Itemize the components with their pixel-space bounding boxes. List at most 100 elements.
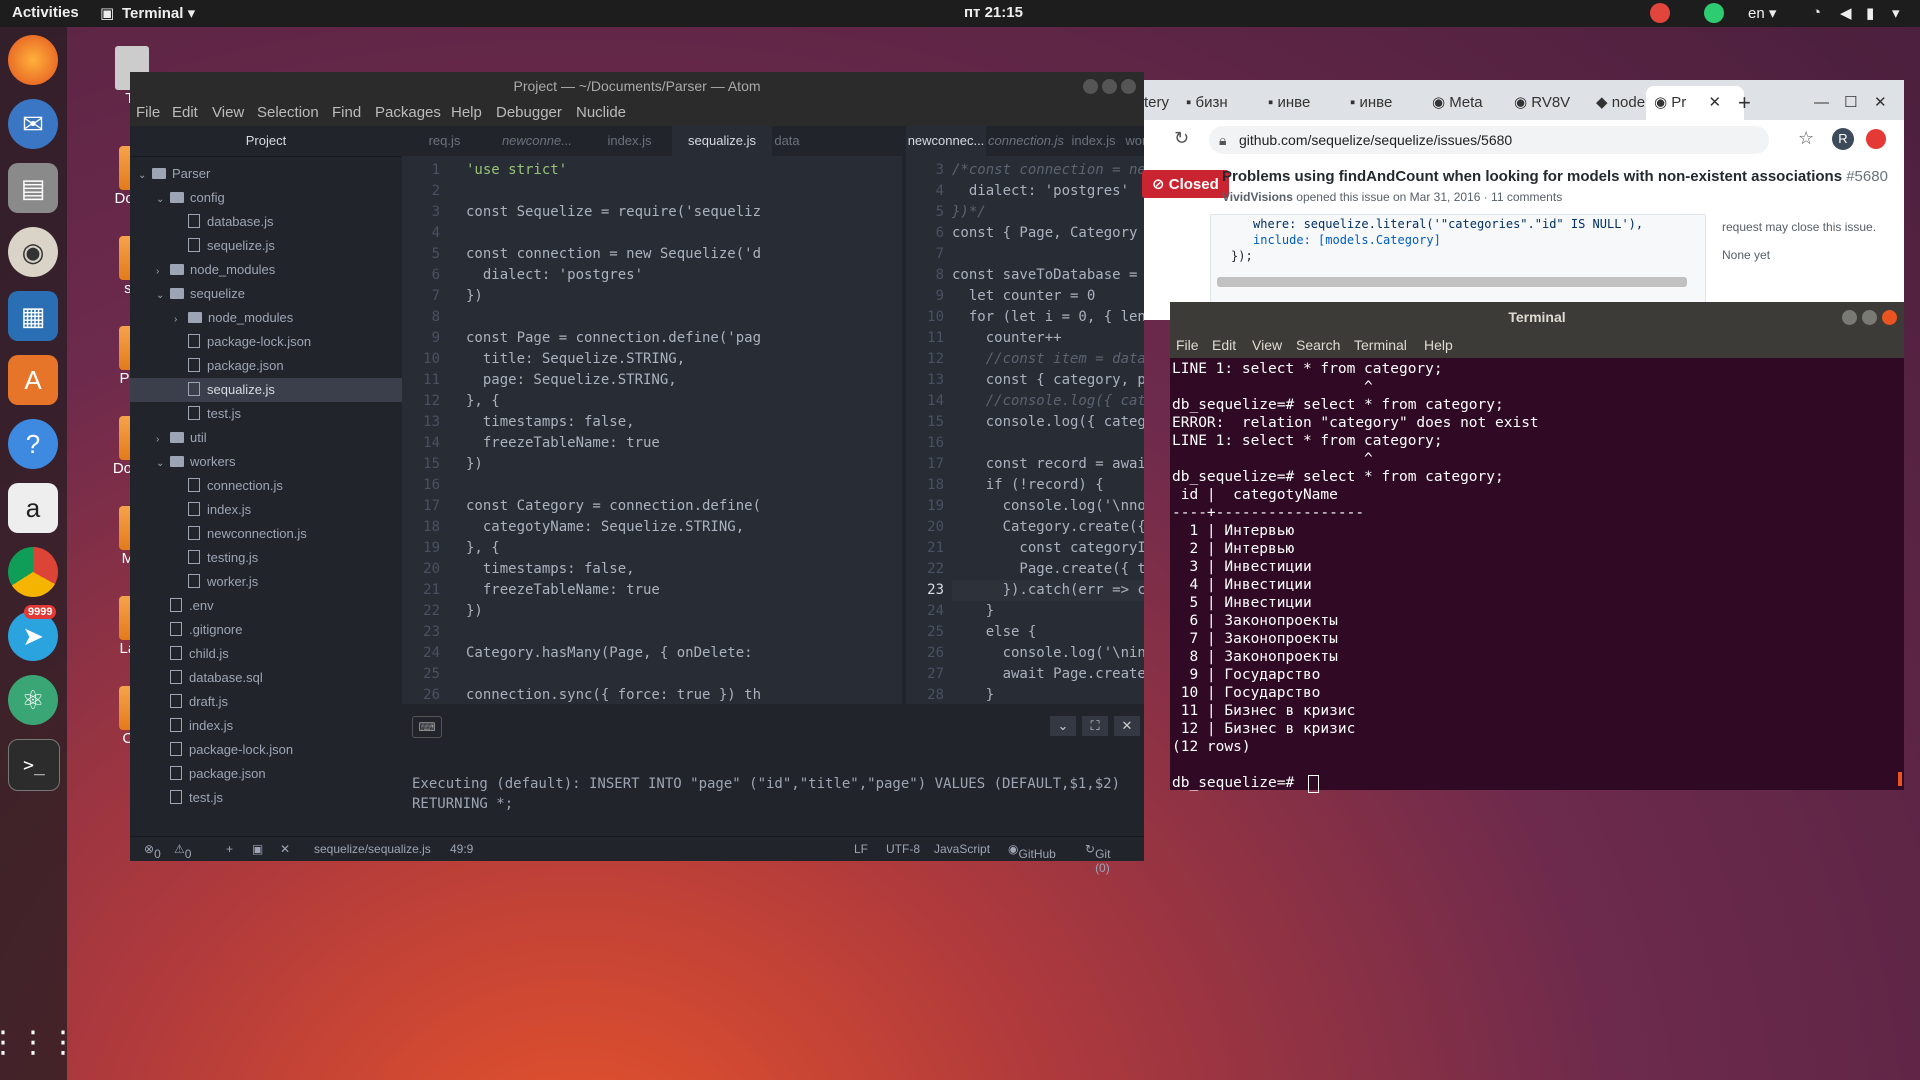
- line-number[interactable]: 7: [402, 286, 440, 307]
- code-line[interactable]: }).catch(err => console.log(er: [952, 580, 1144, 601]
- code-line[interactable]: }): [466, 601, 483, 622]
- line-number[interactable]: 4: [906, 181, 944, 202]
- tree-file[interactable]: connection.js: [130, 474, 402, 498]
- line-number[interactable]: 12: [402, 391, 440, 412]
- line-number[interactable]: 24: [402, 643, 440, 664]
- line-number[interactable]: 5: [906, 202, 944, 223]
- editor-pane-left[interactable]: req.js newconne... index.js sequalize.js…: [402, 126, 902, 704]
- code-line[interactable]: counter++: [952, 328, 1062, 349]
- menu-nuclide[interactable]: Nuclide: [576, 104, 626, 121]
- chevron-down-icon[interactable]: ⌄: [138, 164, 152, 188]
- tree-file[interactable]: index.js: [130, 714, 402, 738]
- line-number[interactable]: 22: [906, 559, 944, 580]
- lock-icon[interactable]: 🔒︎: [1219, 126, 1226, 154]
- code-line[interactable]: for (let i = 0, { length } = datas: [952, 307, 1144, 328]
- editor-pane-right[interactable]: newconnec... connection.js index.js work…: [906, 126, 1144, 704]
- tab-index-js[interactable]: index.js: [587, 126, 672, 156]
- firefox-icon[interactable]: [8, 35, 58, 85]
- line-number[interactable]: 6: [402, 265, 440, 286]
- code-line[interactable]: })*/: [952, 202, 986, 223]
- chevron-down-icon[interactable]: ⌄: [156, 284, 170, 308]
- extension-icon[interactable]: [1866, 129, 1886, 149]
- writer-icon[interactable]: ▦: [8, 291, 58, 341]
- new-tab-button[interactable]: +: [1738, 86, 1768, 120]
- tree-folder[interactable]: ⌄ config: [130, 186, 402, 210]
- minimize-icon[interactable]: [1842, 310, 1857, 325]
- line-number[interactable]: 18: [906, 475, 944, 496]
- line-number[interactable]: 2: [402, 181, 440, 202]
- code-line[interactable]: timestamps: false,: [466, 559, 635, 580]
- terminal-menu-edit[interactable]: Edit: [1212, 337, 1236, 353]
- line-number[interactable]: 11: [402, 370, 440, 391]
- tree-file[interactable]: package.json: [130, 354, 402, 378]
- code-line[interactable]: 'use strict': [466, 160, 567, 181]
- line-number[interactable]: 4: [402, 223, 440, 244]
- menu-file[interactable]: File: [136, 104, 160, 121]
- issue-author[interactable]: VividVisions: [1222, 190, 1293, 204]
- code-line[interactable]: freezeTableName: true: [466, 433, 660, 454]
- tree-file[interactable]: database.js: [130, 210, 402, 234]
- amazon-icon[interactable]: a: [8, 483, 58, 533]
- close-tab-icon[interactable]: ✕: [1708, 94, 1721, 111]
- line-number[interactable]: 6: [906, 223, 944, 244]
- line-number[interactable]: 5: [402, 244, 440, 265]
- volume-icon[interactable]: ◀: [1840, 4, 1852, 22]
- line-number[interactable]: 17: [906, 454, 944, 475]
- tree-folder[interactable]: ⌄ sequelize: [130, 282, 402, 306]
- tree-folder[interactable]: › node_modules: [130, 258, 402, 282]
- code-line[interactable]: console.log('\nno in database: [952, 496, 1144, 517]
- tab-data[interactable]: data: [772, 126, 802, 156]
- system-menu-icon[interactable]: ▾: [1892, 4, 1900, 22]
- star-icon[interactable]: ☆: [1798, 128, 1814, 149]
- line-number[interactable]: 15: [906, 412, 944, 433]
- terminal-toggle-icon[interactable]: ▣: [252, 842, 263, 856]
- tab-sequalize-js[interactable]: sequalize.js: [672, 126, 772, 156]
- tree-file[interactable]: child.js: [130, 642, 402, 666]
- code-line[interactable]: timestamps: false,: [466, 412, 635, 433]
- close-icon[interactable]: [1121, 79, 1136, 94]
- code-line[interactable]: else {: [952, 622, 1037, 643]
- close-icon[interactable]: ✕: [280, 842, 290, 856]
- chevron-right-icon[interactable]: ›: [156, 428, 170, 452]
- line-number[interactable]: 27: [906, 664, 944, 685]
- chevron-right-icon[interactable]: ›: [174, 308, 188, 332]
- menu-view[interactable]: View: [212, 104, 244, 121]
- code-line[interactable]: Category.hasMany(Page, { onDelete:: [466, 643, 753, 664]
- tree-file[interactable]: index.js: [130, 498, 402, 522]
- line-number[interactable]: 18: [402, 517, 440, 538]
- wifi-icon[interactable]: ◔: [1812, 4, 1821, 21]
- tab-newconnection-right[interactable]: newconnec...: [906, 126, 986, 156]
- help-icon[interactable]: ?: [8, 419, 58, 469]
- thunderbird-icon[interactable]: ✉: [8, 99, 58, 149]
- file-encoding[interactable]: UTF-8: [886, 842, 920, 856]
- maximize-icon[interactable]: [1862, 310, 1877, 325]
- tree-file[interactable]: test.js: [130, 402, 402, 426]
- code-line[interactable]: let counter = 0: [952, 286, 1095, 307]
- tree-file[interactable]: database.sql: [130, 666, 402, 690]
- code-line[interactable]: }): [466, 286, 483, 307]
- tree-file[interactable]: newconnection.js: [130, 522, 402, 546]
- code-line[interactable]: dialect: 'postgres': [466, 265, 643, 286]
- code-line[interactable]: const Sequelize = require('sequeliz: [466, 202, 761, 223]
- chevron-down-icon[interactable]: ⌄: [1050, 716, 1076, 736]
- tree-file[interactable]: sequalize.js: [130, 378, 402, 402]
- browser-tab-active[interactable]: ◉ Pr ✕: [1646, 86, 1744, 120]
- minimize-icon[interactable]: [1083, 79, 1098, 94]
- code-line[interactable]: const Page = connection.define('pag: [466, 328, 761, 349]
- browser-tab[interactable]: ▪ инве: [1268, 86, 1348, 120]
- code-line[interactable]: const connection = new Sequelize('d: [466, 244, 761, 265]
- code-line[interactable]: console.log({ category }): [952, 412, 1144, 433]
- line-number[interactable]: 9: [402, 328, 440, 349]
- chrome-icon[interactable]: [8, 547, 58, 597]
- tree-folder[interactable]: › node_modules: [130, 306, 402, 330]
- tree-file[interactable]: worker.js: [130, 570, 402, 594]
- terminal-menu-file[interactable]: File: [1176, 337, 1199, 353]
- line-number[interactable]: 15: [402, 454, 440, 475]
- avatar[interactable]: R: [1832, 128, 1854, 150]
- line-number[interactable]: 20: [402, 559, 440, 580]
- atom-title-bar[interactable]: Project — ~/Documents/Parser — Atom: [130, 72, 1144, 100]
- close-panel-icon[interactable]: ✕: [1114, 716, 1140, 736]
- code-line[interactable]: freezeTableName: true: [466, 580, 660, 601]
- line-number[interactable]: 16: [906, 433, 944, 454]
- code-line[interactable]: }: [952, 685, 994, 704]
